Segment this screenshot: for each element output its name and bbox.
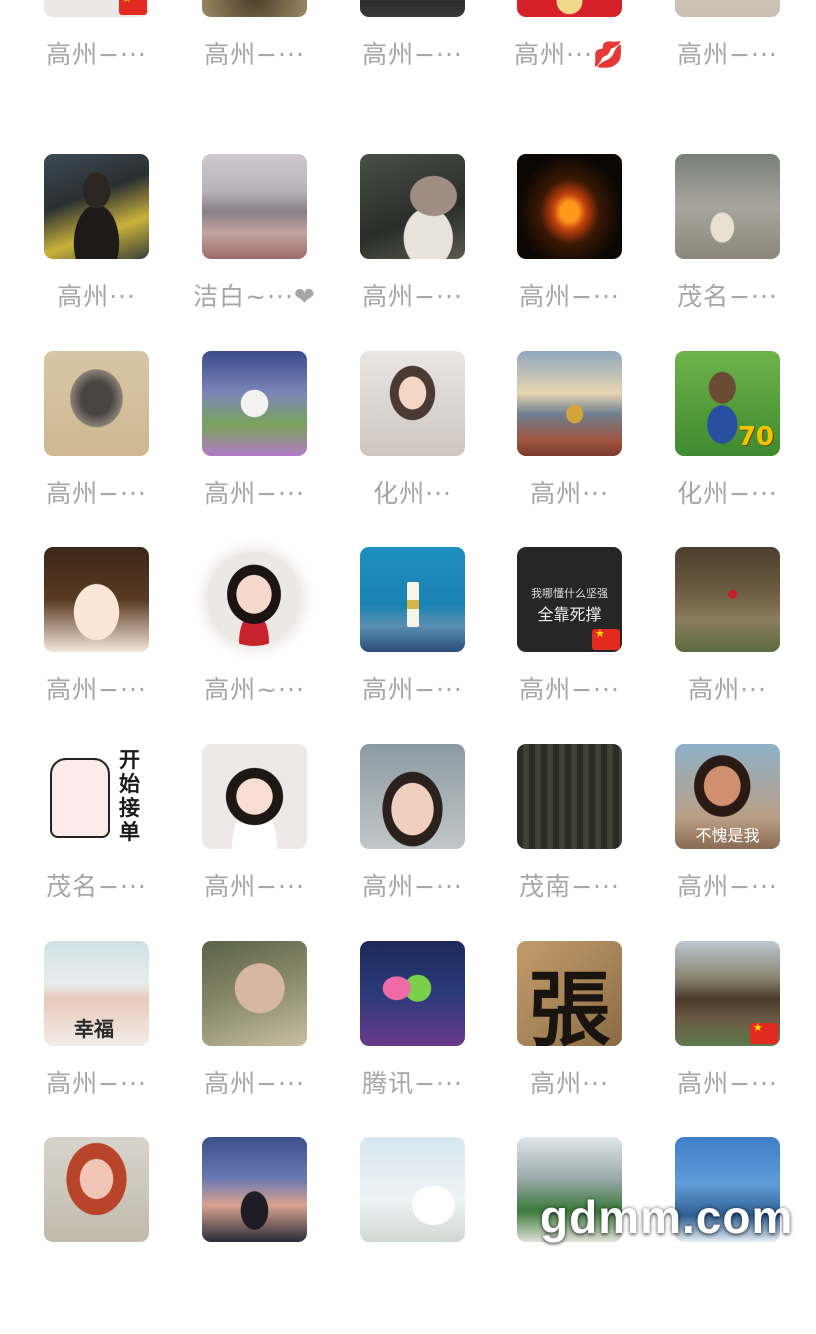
avatar-caption: 不愧是我 [695,826,760,845]
contact-item[interactable]: 高州~··· [158,547,316,744]
contact-grid: 高州−··· 高州−··· 高州−··· 高州···💋 高州−··· 高州···… [0,0,816,1280]
avatar[interactable] [202,351,307,456]
contact-item[interactable]: 茂名−··· [631,154,789,351]
contact-name: 高州··· [688,675,767,704]
contact-name: 化州−··· [677,479,778,508]
badge-number: 70 [737,422,774,452]
avatar[interactable] [360,744,465,849]
avatar[interactable] [360,351,465,456]
contact-item[interactable]: 高州−··· [158,941,316,1138]
avatar[interactable]: 幸福 [44,941,149,1046]
contact-item[interactable]: 高州−··· [631,941,789,1138]
avatar[interactable] [675,154,780,259]
contact-item[interactable]: 高州−··· [0,351,158,548]
contact-item[interactable]: 不愧是我 高州−··· [631,744,789,941]
avatar[interactable] [202,941,307,1046]
avatar[interactable] [44,351,149,456]
avatar[interactable]: 不愧是我 [675,744,780,849]
avatar[interactable]: 我哪懂什么坚强 全靠死撑 [517,547,622,652]
contact-item[interactable]: 开始接单 茂名−··· [0,744,158,941]
avatar[interactable]: 張 [517,941,622,1046]
contact-item[interactable]: 高州−··· [631,0,789,109]
slogan-line-2: 全靠死撑 [537,605,602,624]
avatar[interactable] [517,0,622,17]
contact-item[interactable]: 高州−··· [158,744,316,941]
contact-name: 高州−··· [677,872,778,901]
slogan-line-1: 我哪懂什么坚强 [531,587,608,600]
avatar[interactable] [360,0,465,17]
contact-name: 高州−··· [677,40,778,69]
contact-item[interactable] [0,1137,158,1334]
contact-item[interactable]: 高州···💋 [473,0,631,109]
contact-item[interactable]: 70 化州−··· [631,351,789,548]
avatar[interactable] [675,0,780,17]
contact-item[interactable]: 腾讯−··· [316,941,474,1138]
avatar[interactable] [517,351,622,456]
avatar[interactable] [517,744,622,849]
couple-caption: 幸福 [74,1017,114,1041]
avatar[interactable] [360,547,465,652]
contact-item[interactable] [158,1137,316,1334]
contact-item[interactable]: 洁白~···❤ [158,154,316,351]
contact-item[interactable]: 幸福 高州−··· [0,941,158,1138]
avatar[interactable]: 开始接单 [44,744,149,849]
avatar[interactable] [360,941,465,1046]
watermark-text: gdmm.com [540,1191,794,1243]
contact-item[interactable]: 高州−··· [0,547,158,744]
avatar[interactable] [202,1137,307,1242]
avatar[interactable] [360,1137,465,1242]
lighthouse-icon [407,582,419,627]
contact-item[interactable]: 高州··· [631,547,789,744]
avatar[interactable] [202,744,307,849]
contact-item[interactable]: 高州−··· [473,154,631,351]
contact-item[interactable]: 張 高州··· [473,941,631,1138]
contact-item[interactable]: 高州−··· [158,351,316,548]
contact-item[interactable]: 高州−··· [158,0,316,109]
calligraphy-character: 張 [528,962,611,1046]
contact-item[interactable]: 高州−··· [316,744,474,941]
contact-item[interactable]: 高州−··· [316,0,474,109]
china-flag-icon [119,0,147,15]
contact-name: 茂名−··· [677,282,778,311]
avatar[interactable] [202,154,307,259]
avatar[interactable] [44,0,149,17]
contact-item[interactable]: 高州−··· [316,547,474,744]
contact-item[interactable]: 高州−··· [316,154,474,351]
avatar[interactable] [675,547,780,652]
avatar[interactable] [675,941,780,1046]
contact-item[interactable]: 茂南−··· [473,744,631,941]
contact-item[interactable] [316,1137,474,1334]
avatar[interactable]: 70 [675,351,780,456]
avatar[interactable] [360,154,465,259]
contact-item[interactable]: 高州··· [473,351,631,548]
avatar[interactable] [44,1137,149,1242]
avatar[interactable] [44,547,149,652]
hand-icon [50,758,110,838]
contact-item[interactable]: 高州−··· [0,0,158,109]
china-flag-icon [592,627,620,650]
contact-item[interactable]: 化州··· [316,351,474,548]
avatar[interactable] [207,552,301,646]
avatar[interactable] [44,154,149,259]
contact-item[interactable]: 我哪懂什么坚强 全靠死撑 高州−··· [473,547,631,744]
china-flag-icon [750,1021,778,1044]
avatar[interactable] [517,154,622,259]
avatar[interactable] [202,0,307,17]
contact-name: 高州−··· [677,1069,778,1098]
ad-title: 开始接单 [119,748,140,844]
contact-item[interactable]: 高州··· [0,154,158,351]
